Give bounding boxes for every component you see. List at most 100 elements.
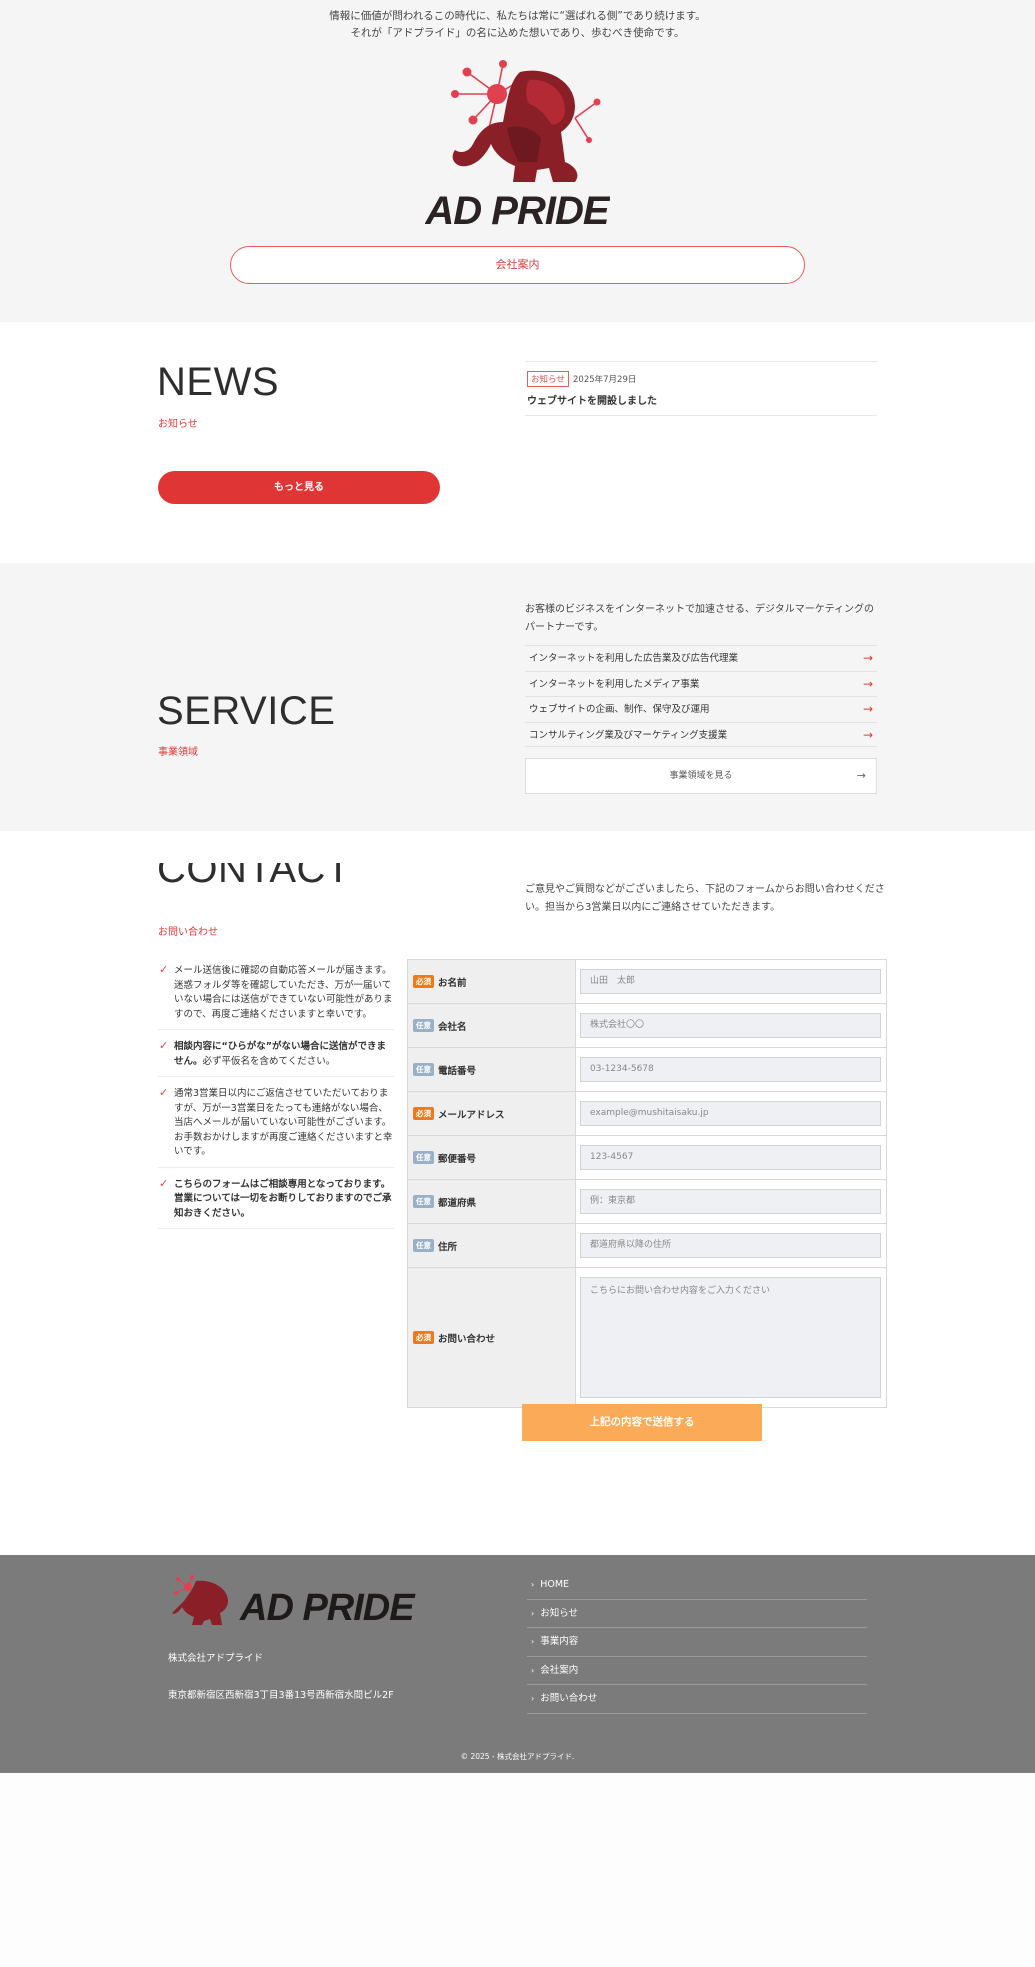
service-section: SERVICE 事業領域 お客様のビジネスをインターネットで加速させる、デジタル… [0,563,1035,831]
company-input[interactable]: 株式会社〇〇 [580,1013,881,1038]
footer-logo[interactable]: AD PRIDE [170,1575,420,1631]
optional-badge: 任意 [413,1195,434,1208]
service-subheading: 事業領域 [158,747,198,758]
news-subheading: お知らせ [158,419,198,430]
hero-section: 情報に価値が問われるこの時代に、私たちは常に“選ばれる側”であり続けます。 それ… [0,0,1035,322]
field-label: お問い合わせ [438,1333,496,1345]
footer-address: 東京都新宿区西新宿3丁目3番13号西新宿水間ビル2F [168,1690,394,1701]
footer-nav-contact[interactable]: › お問い合わせ [527,1685,867,1714]
prefecture-input[interactable]: 例：東京都 [580,1189,881,1214]
name-input[interactable]: 山田 太郎 [580,969,881,994]
footer-nav: › HOME › お知らせ › 事業内容 › 会社案内 › お問い合わせ [527,1571,867,1714]
submit-button[interactable]: 上記の内容で送信する [522,1404,762,1441]
service-item[interactable]: インターネットを利用したメディア事業 → [525,670,877,697]
service-heading: SERVICE [157,689,336,733]
lion-logo-icon: AD PRIDE [424,60,612,233]
hero-message: 情報に価値が問われるこの時代に、私たちは常に“選ばれる側”であり続けます。 それ… [0,8,1035,42]
news-list-item[interactable]: お知らせ 2025年7月29日 ウェブサイトを開設しました [525,361,877,416]
note-item: ✓ 通常3営業日以内にご返信させていただいておりますが、万が一3営業日をたっても連… [158,1084,394,1168]
contact-subheading: お問い合わせ [158,927,218,938]
chevron-right-icon: › [531,1608,535,1618]
news-category-badge: お知らせ [527,371,569,387]
field-label: お名前 [438,977,467,989]
company-info-button[interactable]: 会社案内 [230,246,805,284]
form-row-postal: 任意 郵便番号 123-4567 [408,1136,886,1180]
footer-nav-services[interactable]: › 事業内容 [527,1628,867,1657]
footer: AD PRIDE 株式会社アドプライド 東京都新宿区西新宿3丁目3番13号西新宿… [0,1555,1035,1773]
chevron-right-icon: › [531,1694,535,1703]
optional-badge: 任意 [413,1239,434,1252]
note-item: ✓ メール送信後に確認の自動応答メールが届きます。迷惑フォルダ等を確認していただき… [158,961,394,1030]
required-badge: 必須 [413,1107,434,1120]
service-intro: お客様のビジネスをインターネットで加速させる、デジタルマーケティングのパートナー… [525,604,874,633]
hero-line-1: 情報に価値が問われるこの時代に、私たちは常に“選ばれる側”であり続けます。 [329,10,706,22]
chevron-right-icon: › [531,1580,535,1589]
field-label: 会社名 [438,1021,467,1033]
field-label: 都道府県 [438,1197,477,1209]
form-row-inquiry: 必須 お問い合わせ こちらにお問い合わせ内容をご入力ください [408,1268,886,1407]
chevron-right-icon: › [531,1665,535,1675]
contact-heading: CONTACT [157,863,351,889]
form-row-prefecture: 任意 都道府県 例：東京都 [408,1180,886,1224]
lion-logo-icon: AD PRIDE [172,1575,417,1629]
service-item-label: インターネットを利用したメディア事業 [529,678,700,690]
footer-company-name: 株式会社アドプライド [168,1653,264,1664]
service-list: インターネットを利用した広告業及び広告代理業 → インターネットを利用したメディア… [525,645,877,747]
service-item[interactable]: コンサルティング業及びマーケティング支援業 → [525,721,877,747]
check-icon: ✓ [159,963,169,976]
postal-code-input[interactable]: 123-4567 [580,1145,881,1170]
service-item-label: インターネットを利用した広告業及び広告代理業 [529,653,739,664]
check-icon: ✓ [159,1086,169,1099]
field-label: 郵便番号 [438,1153,477,1165]
check-icon: ✓ [159,1039,169,1052]
check-icon: ✓ [159,1176,169,1190]
footer-logo-wordmark: AD PRIDE [239,1587,416,1629]
address-input[interactable]: 都道府県以降の住所 [580,1233,881,1258]
hero-line-2: それが「アドプライド」の名に込めた想いであり、歩むべき使命です。 [350,27,685,39]
field-label: 住所 [438,1241,458,1253]
footer-nav-home[interactable]: › HOME [527,1571,867,1600]
news-section: NEWS お知らせ お知らせ 2025年7月29日 ウェブサイトを開設しました … [0,322,1035,563]
brand-logo: AD PRIDE [424,58,612,233]
form-row-email: 必須 メールアドレス example@mushitaisaku.jp [408,1092,886,1136]
service-item-label: コンサルティング業及びマーケティング支援業 [529,729,728,741]
news-heading: NEWS [157,360,279,404]
optional-badge: 任意 [413,1019,434,1032]
form-row-name: 必須 お名前 山田 太郎 [408,960,886,1004]
field-label: 電話番号 [438,1065,477,1077]
arrow-right-icon: → [862,702,873,716]
logo-wordmark: AD PRIDE [425,189,610,230]
service-more-button[interactable]: 事業領域を見る → [525,758,877,794]
arrow-right-icon: → [862,676,873,691]
note-item: ✓ 相談内容に“ひらがな”がない場合に送信ができません。必ず平仮名を含めてください… [158,1037,394,1077]
news-date: 2025年7月29日 [573,375,637,385]
service-item[interactable]: ウェブサイトの企画、制作、保守及び運用 → [525,696,877,722]
arrow-right-icon: → [856,769,866,782]
optional-badge: 任意 [413,1063,434,1076]
required-badge: 必須 [413,975,434,988]
form-row-address: 任意 住所 都道府県以降の住所 [408,1224,886,1268]
footer-nav-news[interactable]: › お知らせ [527,1600,867,1628]
arrow-right-icon: → [862,651,873,665]
phone-input[interactable]: 03-1234-5678 [580,1057,881,1082]
news-title: ウェブサイトを開設しました [527,396,657,407]
required-badge: 必須 [413,1331,434,1344]
news-more-button[interactable]: もっと見る [158,471,440,504]
copyright: © 2025 - 株式会社アドプライド. [460,1752,575,1761]
email-input[interactable]: example@mushitaisaku.jp [580,1101,881,1126]
inquiry-textarea[interactable]: こちらにお問い合わせ内容をご入力ください [580,1277,881,1398]
contact-form: 必須 お名前 山田 太郎 任意 会社名 株式会社〇〇 任意 電話番号 03-1234-… [407,959,887,1408]
field-label: メールアドレス [438,1109,505,1121]
service-item-label: ウェブサイトの企画、制作、保守及び運用 [529,704,710,715]
service-item[interactable]: インターネットを利用した広告業及び広告代理業 → [525,645,877,671]
note-item: ✓ こちらのフォームはご相談専用となっております。営業については一切をお断りしてお… [158,1175,394,1229]
footer-nav-company[interactable]: › 会社案内 [527,1657,867,1685]
contact-section: CONTACT お問い合わせ ご意見やご質問などがございましたら、下記のフォーム… [0,831,1035,1555]
contact-intro: ご意見やご質問などがございましたら、下記のフォームからお問い合わせください。担当… [525,884,885,913]
form-row-phone: 任意 電話番号 03-1234-5678 [408,1048,886,1092]
chevron-right-icon: › [531,1637,535,1646]
arrow-right-icon: → [862,727,873,742]
service-more-label: 事業領域を見る [669,771,733,781]
contact-notes: ✓ メール送信後に確認の自動応答メールが届きます。迷惑フォルダ等を確認していただき… [158,961,394,1236]
form-row-company: 任意 会社名 株式会社〇〇 [408,1004,886,1048]
